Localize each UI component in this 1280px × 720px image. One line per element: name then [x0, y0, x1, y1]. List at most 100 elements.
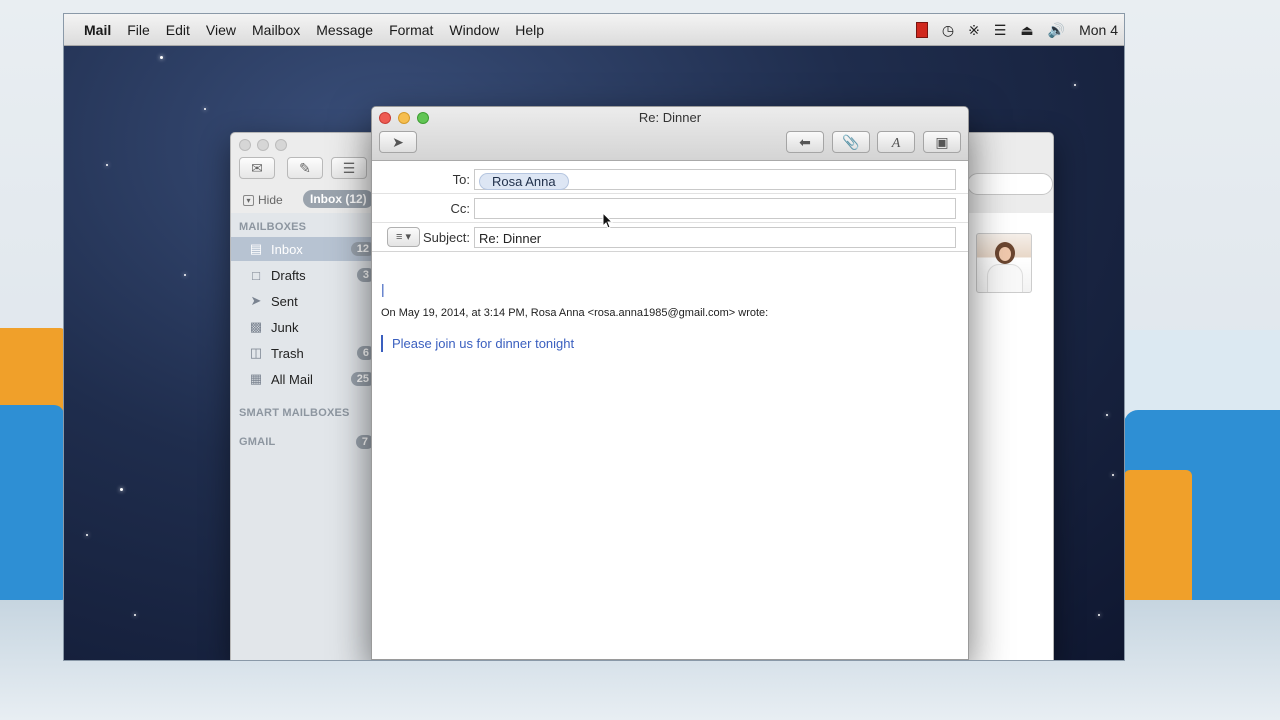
- quoted-text: Please join us for dinner tonight: [381, 335, 574, 352]
- desktop-screen: Mail File Edit View Mailbox Message Form…: [64, 14, 1124, 660]
- close-button[interactable]: [239, 139, 251, 151]
- to-row: To: Rosa Anna: [372, 165, 968, 194]
- header-options-button[interactable]: ≡ ▾: [387, 227, 420, 247]
- compose-window: Re: Dinner ➤ ⬅ 📎 A ▣ To: Rosa Anna Cc: ≡…: [371, 106, 969, 660]
- subject-row: ≡ ▾ Subject: Re: Dinner: [372, 223, 968, 252]
- inbox-filter-button[interactable]: Inbox (12): [303, 190, 374, 208]
- drafts-icon: □: [252, 267, 260, 283]
- paperclip-icon: 📎: [842, 134, 860, 150]
- menu-file[interactable]: File: [119, 14, 158, 46]
- sidebar-item-label: Trash: [271, 345, 304, 361]
- window-title: Re: Dinner: [638, 110, 702, 125]
- star: [1106, 414, 1108, 416]
- subject-label: Subject:: [423, 230, 470, 245]
- search-field[interactable]: [967, 173, 1053, 195]
- reply-button[interactable]: ⬅: [786, 131, 824, 153]
- envelope-icon: ✉: [251, 160, 263, 176]
- menu-message[interactable]: Message: [308, 14, 381, 46]
- compose-titlebar: Re: Dinner ➤ ⬅ 📎 A ▣: [372, 107, 968, 161]
- hide-checkbox-icon: ▾: [243, 194, 254, 206]
- menu-mailbox[interactable]: Mailbox: [244, 14, 308, 46]
- sidebar-header-smart-mailboxes[interactable]: SMART MAILBOXES: [239, 407, 350, 419]
- menu-help[interactable]: Help: [507, 14, 552, 46]
- sidebar-item-label: Inbox: [271, 241, 303, 257]
- font-icon: A: [891, 136, 901, 151]
- sidebar-header-mailboxes: MAILBOXES: [239, 221, 307, 233]
- cc-field[interactable]: [474, 198, 956, 219]
- recording-icon[interactable]: [915, 22, 928, 38]
- sidebar-header-gmail[interactable]: GMAIL: [239, 436, 275, 448]
- get-mail-button[interactable]: ✉: [239, 157, 275, 179]
- wifi-icon[interactable]: ☰: [994, 22, 1007, 39]
- star: [106, 164, 108, 166]
- to-field[interactable]: Rosa Anna: [474, 169, 956, 190]
- note-button[interactable]: ☰: [331, 157, 367, 179]
- junk-icon: ▩: [249, 319, 263, 334]
- star: [160, 56, 163, 59]
- viewer-window-controls: [239, 139, 287, 151]
- star: [1112, 474, 1114, 476]
- star: [184, 274, 186, 276]
- sent-icon: ➤: [250, 293, 262, 308]
- send-button[interactable]: ➤: [379, 131, 417, 153]
- menu-edit[interactable]: Edit: [158, 14, 198, 46]
- list-dropdown-icon: ≡ ▾: [396, 231, 411, 243]
- sender-avatar: [976, 233, 1032, 293]
- send-icon: ➤: [392, 134, 404, 150]
- menu-window[interactable]: Window: [441, 14, 507, 46]
- to-label: To:: [452, 172, 470, 187]
- clock[interactable]: Mon 4: [1079, 22, 1118, 38]
- bluetooth-icon[interactable]: ※: [968, 22, 980, 39]
- photo-browser-button[interactable]: ▣: [923, 131, 961, 153]
- list-icon: ☰: [342, 160, 356, 176]
- mailbox-sidebar: MAILBOXES ▤ Inbox 12 □ Drafts 3 ➤ Sent ▩…: [231, 213, 375, 660]
- star: [120, 488, 123, 491]
- mouse-pointer-icon: [602, 212, 614, 229]
- photo-icon: ▣: [935, 134, 949, 150]
- star: [1098, 614, 1100, 616]
- sidebar-item-label: All Mail: [271, 371, 313, 387]
- attach-button[interactable]: 📎: [832, 131, 870, 153]
- eject-icon[interactable]: ⏏: [1020, 22, 1033, 39]
- star: [86, 534, 88, 536]
- menu-bar: Mail File Edit View Mailbox Message Form…: [64, 14, 1124, 46]
- sidebar-item-inbox[interactable]: ▤ Inbox 12: [231, 237, 375, 261]
- recipient-token[interactable]: Rosa Anna: [479, 173, 569, 190]
- format-button[interactable]: A: [877, 131, 915, 153]
- sidebar-item-label: Junk: [271, 319, 299, 335]
- status-menus: ◷ ※ ☰ ⏏ 🔊 Mon 4: [915, 14, 1118, 46]
- menu-app-mail[interactable]: Mail: [76, 14, 119, 46]
- subject-field[interactable]: Re: Dinner: [474, 227, 956, 248]
- inbox-icon: ▤: [249, 241, 263, 256]
- sidebar-item-all-mail[interactable]: ▦ All Mail 25: [231, 367, 375, 391]
- message-body[interactable]: | On May 19, 2014, at 3:14 PM, Rosa Anna…: [372, 273, 968, 659]
- star: [134, 614, 136, 616]
- sidebar-item-sent[interactable]: ➤ Sent: [231, 289, 373, 313]
- sidebar-item-junk[interactable]: ▩ Junk: [231, 315, 373, 339]
- message-pane: [967, 213, 1053, 660]
- zoom-button[interactable]: [275, 139, 287, 151]
- background-window: [1124, 330, 1280, 410]
- trash-icon: ◫: [249, 345, 263, 360]
- background-orange-chair-right: [1124, 470, 1192, 610]
- hide-mailboxes-toggle[interactable]: ▾ Hide: [243, 193, 283, 207]
- menu-view[interactable]: View: [198, 14, 244, 46]
- menu-format[interactable]: Format: [381, 14, 441, 46]
- text-cursor: |: [381, 281, 385, 297]
- star: [204, 108, 206, 110]
- hide-label: Hide: [258, 193, 283, 207]
- background-blue-sofa: [0, 405, 64, 605]
- compose-icon: ✎: [299, 160, 311, 176]
- reply-attribution: On May 19, 2014, at 3:14 PM, Rosa Anna <…: [381, 307, 769, 319]
- sidebar-item-label: Drafts: [271, 267, 306, 283]
- cc-row: Cc:: [372, 194, 968, 223]
- all-mail-icon: ▦: [249, 371, 263, 386]
- sidebar-item-label: Sent: [271, 293, 298, 309]
- reply-arrow-icon: ⬅: [799, 134, 811, 150]
- sidebar-item-trash[interactable]: ◫ Trash 6: [231, 341, 375, 365]
- sidebar-item-drafts[interactable]: □ Drafts 3: [231, 263, 375, 287]
- time-machine-icon[interactable]: ◷: [942, 22, 954, 39]
- minimize-button[interactable]: [257, 139, 269, 151]
- new-message-button[interactable]: ✎: [287, 157, 323, 179]
- volume-icon[interactable]: 🔊: [1048, 22, 1065, 39]
